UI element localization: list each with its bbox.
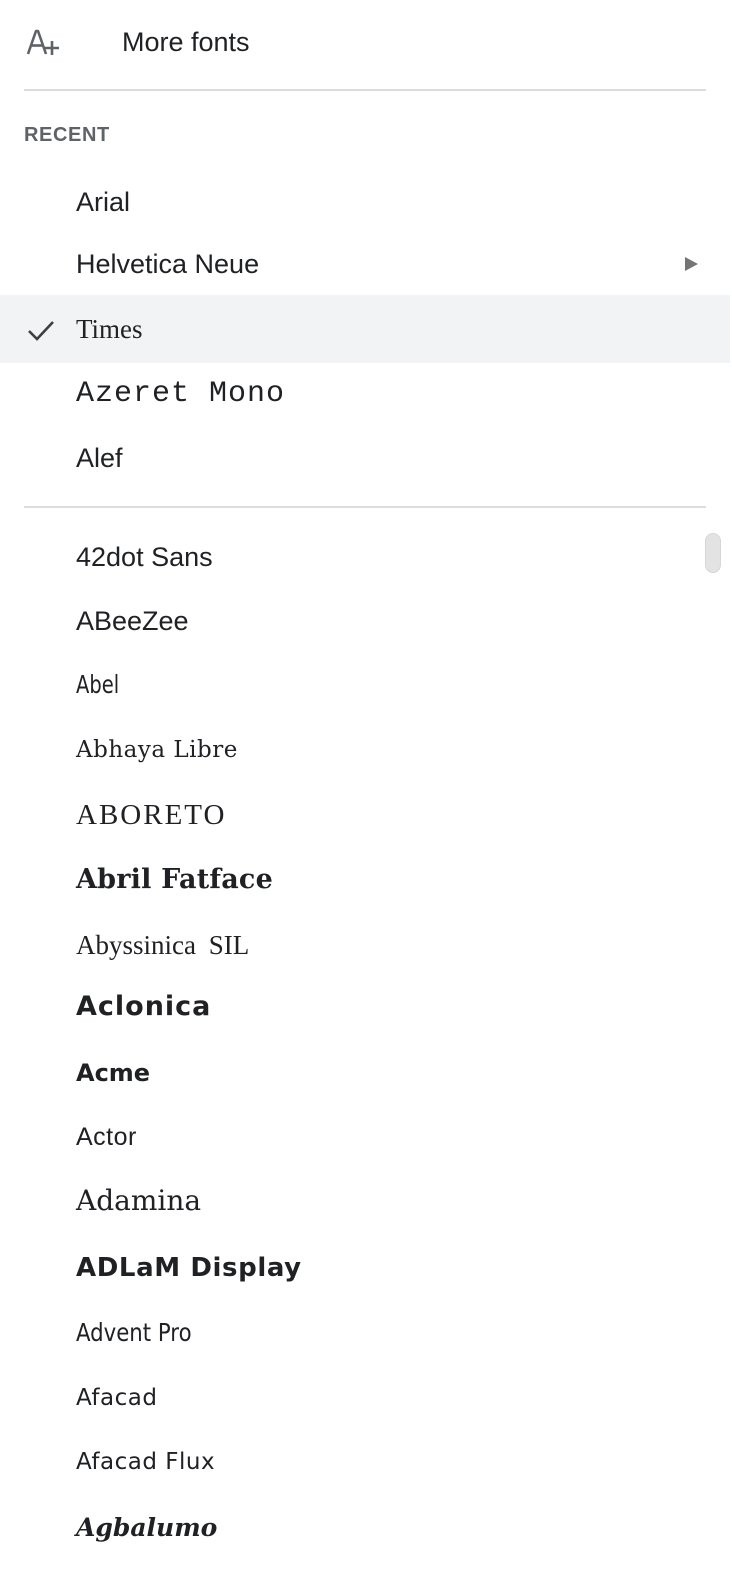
add-font-icon — [26, 29, 59, 55]
font-item-actor[interactable]: Actor — [0, 1105, 730, 1169]
submenu-arrow-icon — [685, 257, 698, 271]
font-item-label: Advent Pro — [76, 1318, 192, 1347]
font-item-aclonica[interactable]: Aclonica — [0, 975, 730, 1039]
font-item-arial[interactable]: Arial — [0, 170, 730, 234]
font-item-label: Actor — [76, 1123, 137, 1151]
more-fonts-label: More fonts — [122, 27, 250, 57]
font-item-abyssinica-sil[interactable]: Abyssinica SIL — [0, 913, 730, 977]
font-item-acme[interactable]: Acme — [0, 1041, 730, 1105]
font-item-label: Arial — [76, 187, 131, 217]
font-item-label: 42dot Sans — [76, 542, 213, 572]
font-item-label: Helvetica Neue — [76, 249, 260, 279]
font-item-label: Alef — [76, 443, 123, 473]
divider — [24, 89, 706, 91]
font-item-label: ABORETO — [76, 799, 227, 831]
font-item-label: Abyssinica SIL — [76, 930, 250, 960]
more-fonts-item[interactable]: More fonts — [0, 0, 730, 86]
font-item-label: Abhaya Libre — [76, 737, 238, 763]
font-item-azeret-mono[interactable]: Azeret Mono — [0, 362, 730, 426]
font-item-label: Aclonica — [76, 991, 212, 1022]
font-item-label: Abel — [76, 670, 120, 699]
font-item-label: Adamina — [76, 1184, 202, 1217]
font-item-label: Afacad — [76, 1385, 158, 1411]
font-item-label: Abril Fatface — [76, 864, 273, 895]
font-item-abril-fatface[interactable]: Abril Fatface — [0, 848, 730, 912]
font-item-helvetica-neue[interactable]: Helvetica Neue — [0, 232, 730, 296]
font-item-abhaya-libre[interactable]: Abhaya Libre — [0, 718, 730, 782]
font-item-label: Agbalumo — [76, 1513, 218, 1542]
recent-heading: RECENT — [24, 124, 110, 146]
font-item-42dot-sans[interactable]: 42dot Sans — [0, 525, 730, 589]
font-item-adamina[interactable]: Adamina — [0, 1169, 730, 1233]
font-item-afacad-flux[interactable]: Afacad Flux — [0, 1430, 730, 1494]
divider — [24, 506, 706, 508]
font-item-aboreto[interactable]: ABORETO — [0, 783, 730, 847]
font-menu: More fonts RECENT Arial Helvetica Neue T… — [0, 0, 732, 1574]
font-item-label: Azeret Mono — [76, 377, 286, 411]
font-item-label: Times — [76, 314, 143, 344]
font-item-times[interactable]: Times — [0, 295, 730, 363]
font-item-agbalumo[interactable]: Agbalumo — [0, 1496, 730, 1560]
font-item-label: Afacad Flux — [76, 1449, 216, 1475]
font-item-afacad[interactable]: Afacad — [0, 1366, 730, 1430]
font-item-abeezee[interactable]: ABeeZee — [0, 589, 730, 653]
check-icon — [28, 321, 54, 341]
font-item-label: Acme — [76, 1059, 151, 1087]
font-item-abel[interactable]: Abel — [0, 653, 730, 717]
font-item-adlam-display[interactable]: ADLaM Display — [0, 1236, 730, 1300]
font-item-label: ADLaM Display — [76, 1253, 302, 1283]
font-item-advent-pro[interactable]: Advent Pro — [0, 1301, 730, 1365]
font-item-alef[interactable]: Alef — [0, 426, 730, 490]
font-item-label: ABeeZee — [76, 606, 189, 636]
